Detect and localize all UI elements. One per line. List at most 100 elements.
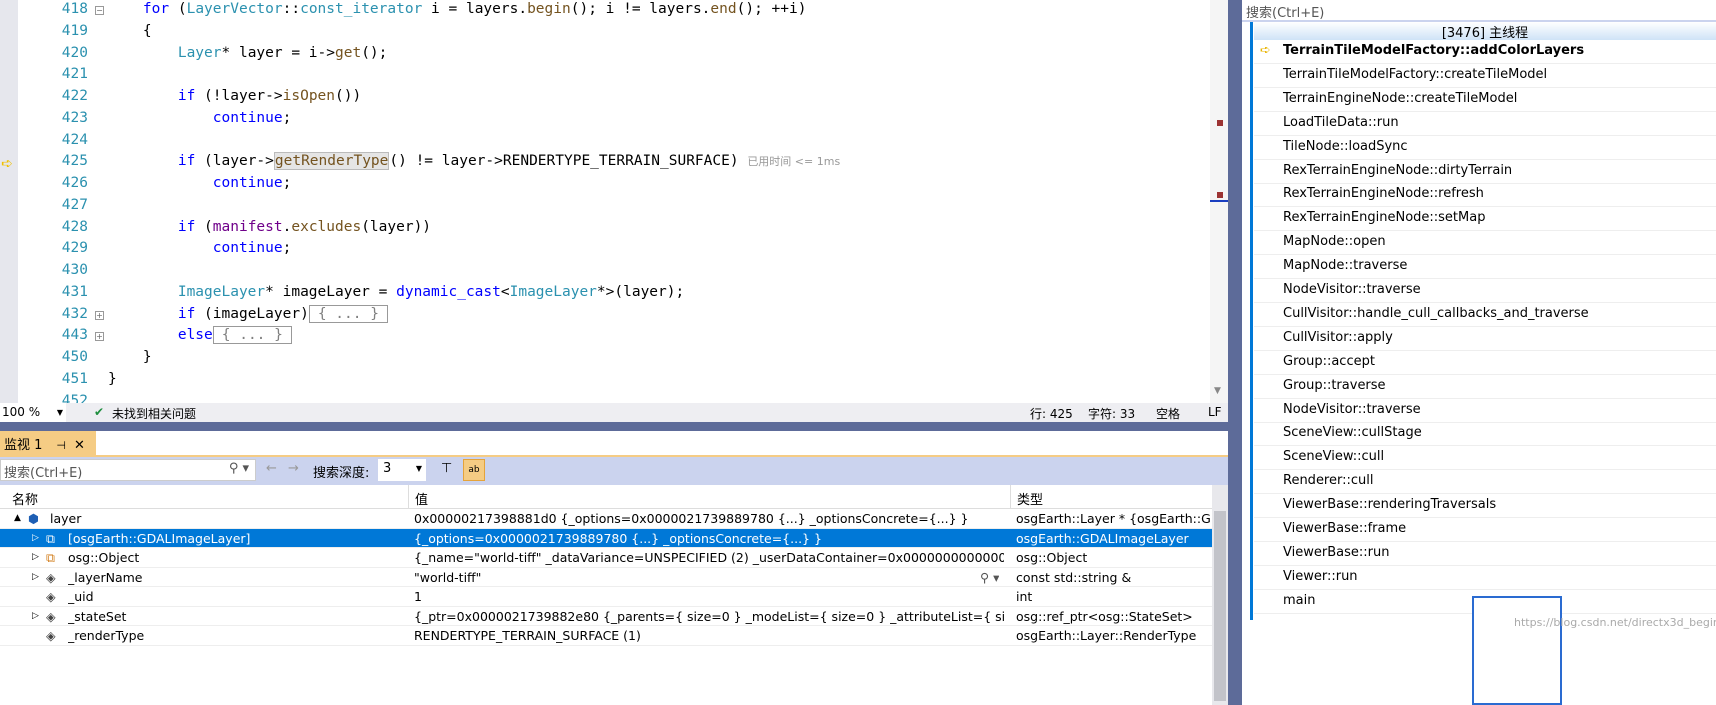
code-line[interactable]: { — [108, 23, 152, 39]
callstack-frame[interactable]: TileNode::loadSync — [1254, 136, 1716, 160]
close-icon[interactable]: ✕ — [74, 438, 85, 453]
watch-value[interactable]: "world-tiff" — [414, 570, 1004, 585]
code-line[interactable]: if (!layer->isOpen()) — [108, 88, 361, 104]
expander-icon[interactable]: ▷ — [32, 533, 39, 543]
callstack-search-input[interactable]: 搜索(Ctrl+E) — [1242, 0, 1716, 22]
code-line[interactable]: if (imageLayer){ ... } — [108, 304, 388, 323]
watch-name[interactable]: _layerName — [68, 570, 406, 585]
text-visualizer-icon[interactable]: ⚲ ▾ — [980, 570, 999, 585]
search-depth-value: 3 — [383, 461, 392, 476]
expander-icon[interactable]: ▷ — [32, 572, 39, 582]
callstack-search-placeholder: 搜索(Ctrl+E) — [1246, 6, 1325, 21]
callstack-frame[interactable]: SceneView::cull — [1254, 446, 1716, 471]
issues-status[interactable]: 未找到相关问题 — [112, 405, 196, 422]
callstack-frame[interactable]: Group::accept — [1254, 351, 1716, 375]
callstack-frame[interactable]: NodeVisitor::traverse — [1254, 279, 1716, 303]
expander-icon[interactable]: ▷ — [32, 611, 39, 621]
watch-name[interactable]: layer — [50, 511, 406, 526]
code-token: const_iterator — [300, 1, 423, 17]
callstack-frame[interactable]: ViewerBase::renderingTraversals — [1254, 494, 1716, 519]
callstack-frame[interactable]: RexTerrainEngineNode::setMap — [1254, 207, 1716, 232]
callstack-frame[interactable]: TerrainEngineNode::createTileModel — [1254, 88, 1716, 112]
watch-value[interactable]: {_ptr=0x0000021739882e80 {_parents={ siz… — [414, 609, 1004, 624]
column-header-value[interactable]: 值 — [408, 485, 1010, 509]
callstack-frame[interactable]: RexTerrainEngineNode::refresh — [1254, 183, 1716, 208]
watch-toolbar: 搜索(Ctrl+E) ⚲ ▾ ← → 搜索深度: 3 ▼ ⊤ ab — [0, 457, 1228, 485]
code-line[interactable]: Layer* layer = i->get(); — [108, 44, 388, 61]
code-line[interactable]: continue; — [108, 110, 292, 126]
callstack-frame[interactable]: ViewerBase::run — [1254, 542, 1716, 566]
code-line[interactable]: else{ ... } — [108, 326, 292, 345]
watch-row[interactable]: ▷ ⧉ osg::Object {_name="world-tiff" _dataVa… — [0, 548, 1212, 568]
watch-row[interactable]: ▷ ◈ _stateSet {_ptr=0x0000021739882e80 {_pa… — [0, 607, 1212, 626]
callstack-frame[interactable]: ➪ TerrainTileModelFactory::addColorLayers — [1254, 40, 1716, 64]
watch-name[interactable]: [osgEarth::GDALImageLayer] — [68, 531, 406, 546]
column-header-name[interactable]: 名称 — [0, 485, 408, 509]
code-token: Layer — [177, 44, 222, 61]
eol-indicator[interactable]: LF — [1208, 405, 1222, 419]
expand-icon[interactable]: + — [95, 332, 104, 342]
code-line[interactable]: ImageLayer* imageLayer = dynamic_cast<Im… — [108, 284, 684, 300]
search-depth-dropdown[interactable]: 3 ▼ — [378, 459, 426, 481]
spacing-indicator[interactable]: 空格 — [1156, 405, 1180, 422]
code-token: } — [108, 349, 152, 365]
callstack-frame[interactable]: NodeVisitor::traverse — [1254, 399, 1716, 423]
callstack-frame[interactable]: RexTerrainEngineNode::dirtyTerrain — [1254, 160, 1716, 184]
editor-vertical-scrollbar[interactable]: ▼ — [1210, 0, 1228, 403]
watch-row[interactable]: ◈ _renderType RENDERTYPE_TERRAIN_SURFACE (… — [0, 626, 1212, 646]
watch-row[interactable]: ▷ ◈ _layerName "world-tiff" const std::strin… — [0, 568, 1212, 587]
watch-row[interactable]: ▲ ⬢ layer 0x00000217398881d0 {_options=0x00… — [0, 509, 1212, 529]
watch-name[interactable]: _renderType — [68, 628, 406, 643]
callstack-frame[interactable]: CullVisitor::apply — [1254, 327, 1716, 351]
expander-icon[interactable]: ▲ — [14, 513, 21, 523]
column-header-type[interactable]: 类型 — [1010, 485, 1212, 509]
hex-display-toggle[interactable]: ab — [463, 459, 485, 481]
frame-label: TerrainTileModelFactory::createTileModel — [1283, 66, 1548, 82]
callstack-frame[interactable]: Renderer::cull — [1254, 470, 1716, 495]
base-class-icon: ⧉ — [46, 530, 55, 546]
code-line[interactable]: } — [108, 371, 117, 387]
search-icon[interactable]: ⚲ ▾ — [229, 461, 249, 476]
code-editor[interactable]: 418 for (LayerVector::const_iterator i =… — [0, 0, 1228, 409]
code-line[interactable]: } — [108, 349, 152, 365]
protected-field-icon: ◈ — [46, 608, 56, 624]
callstack-frame[interactable]: Viewer::run — [1254, 566, 1716, 590]
callstack-frame[interactable]: ViewerBase::frame — [1254, 518, 1716, 542]
expander-icon[interactable]: ▷ — [32, 552, 39, 562]
zoom-dropdown[interactable]: 100 % ▼ — [0, 403, 66, 422]
frame-label: RexTerrainEngineNode::dirtyTerrain — [1283, 162, 1513, 178]
watch-name[interactable]: _stateSet — [68, 609, 406, 624]
code-line[interactable]: for (LayerVector::const_iterator i = lay… — [108, 1, 807, 17]
callstack-frame[interactable]: LoadTileData::run — [1254, 112, 1716, 136]
collapse-icon[interactable]: − — [95, 6, 104, 15]
code-line[interactable]: continue; — [108, 175, 292, 191]
filter-pin-icon[interactable]: ⊤ — [441, 461, 452, 476]
forward-arrow-icon[interactable]: → — [288, 461, 299, 476]
expand-icon[interactable]: + — [95, 310, 104, 320]
watch-name[interactable]: osg::Object — [68, 550, 406, 565]
callstack-frame[interactable]: MapNode::open — [1254, 231, 1716, 256]
callstack-frame[interactable]: TerrainTileModelFactory::createTileModel — [1254, 64, 1716, 88]
callstack-frame[interactable]: SceneView::cullStage — [1254, 422, 1716, 447]
watch-vertical-scrollbar[interactable] — [1212, 485, 1228, 705]
callstack-frame[interactable]: MapNode::traverse — [1254, 255, 1716, 280]
callstack-frame[interactable]: CullVisitor::handle_cull_callbacks_and_t… — [1254, 303, 1716, 327]
watch-row[interactable]: ▷ ⧉ [osgEarth::GDALImageLayer] {_options=0x… — [0, 528, 1212, 548]
code-line[interactable]: if (layer->getRenderType() != layer->REN… — [108, 152, 840, 171]
watch-value[interactable]: RENDERTYPE_TERRAIN_SURFACE (1) — [414, 628, 1004, 643]
watch-name[interactable]: _uid — [68, 589, 406, 604]
pin-icon[interactable]: ⊣ — [56, 439, 66, 452]
watch-value[interactable]: 0x00000217398881d0 {_options=0x000002173… — [414, 511, 1004, 526]
watch-row[interactable]: ◈ _uid 1 int — [0, 587, 1212, 607]
watch-value[interactable]: 1 — [414, 589, 1004, 604]
back-arrow-icon[interactable]: ← — [266, 461, 277, 476]
watch-value[interactable]: {_options=0x0000021739889780 {...} _opti… — [414, 531, 1004, 546]
callstack-frame[interactable]: Group::traverse — [1254, 375, 1716, 399]
tab-watch-1[interactable]: 监视 1 ⊣ ✕ — [0, 431, 96, 455]
code-line[interactable]: if (manifest.excludes(layer)) — [108, 219, 431, 235]
watch-value[interactable]: {_name="world-tiff" _dataVariance=UNSPEC… — [414, 550, 1004, 565]
watch-search-input[interactable]: 搜索(Ctrl+E) ⚲ ▾ — [0, 459, 256, 481]
code-line[interactable]: continue; — [108, 240, 292, 256]
